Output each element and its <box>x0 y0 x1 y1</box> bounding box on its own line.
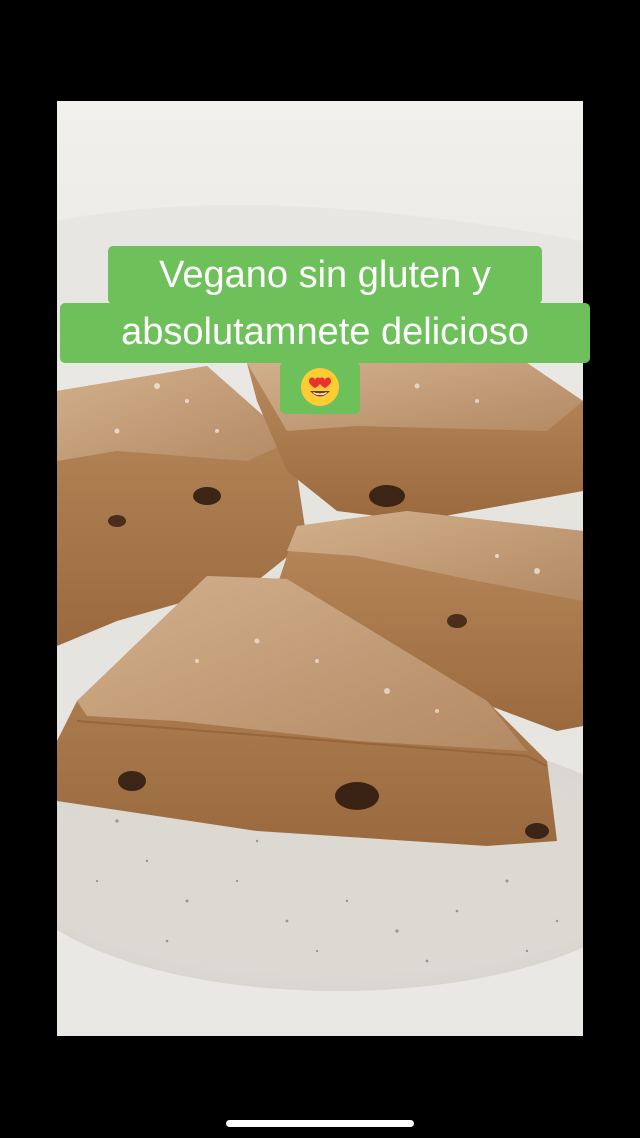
caption-emoji-box <box>280 362 360 414</box>
caption-overlay: Vegano sin gluten y absolutamnete delici… <box>0 0 640 1138</box>
caption-line-1: Vegano sin gluten y <box>108 246 542 304</box>
home-indicator[interactable] <box>226 1120 414 1127</box>
caption-line-2: absolutamnete delicioso <box>60 303 590 363</box>
heart-eyes-emoji-icon <box>301 368 339 406</box>
